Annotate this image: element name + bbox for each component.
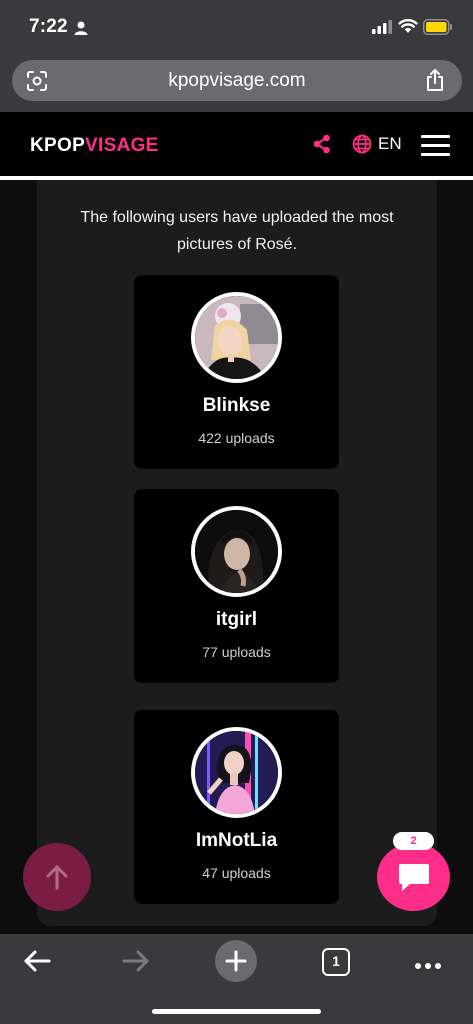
- url-text: kpopvisage.com: [168, 70, 306, 91]
- top-uploaders-section: The following users have uploaded the mo…: [37, 180, 437, 926]
- person-icon: [73, 20, 89, 36]
- avatar[interactable]: [191, 506, 282, 597]
- share-icon[interactable]: [424, 68, 446, 92]
- upload-count: 422 uploads: [198, 430, 275, 446]
- logo-text-kpop: KPOP: [30, 135, 86, 156]
- upload-count: 47 uploads: [202, 865, 271, 881]
- user-card[interactable]: ImNotLia 47 uploads: [134, 710, 339, 904]
- browser-address-bar: kpopvisage.com: [0, 56, 473, 112]
- intro-text: The following users have uploaded the mo…: [80, 209, 394, 253]
- tabs-button[interactable]: 1: [322, 948, 350, 976]
- new-tab-button[interactable]: [215, 940, 257, 982]
- upload-count: 77 uploads: [202, 644, 271, 660]
- forward-arrow-icon[interactable]: [122, 949, 150, 978]
- logo-text-visage: VISAGE: [85, 135, 159, 156]
- user-name[interactable]: Blinkse: [134, 395, 339, 417]
- page: 7:22 kpopvisage.com KPOPVISAGE EN The fo…: [0, 0, 473, 1024]
- chat-button[interactable]: [377, 843, 450, 911]
- share-network-icon[interactable]: [312, 134, 332, 154]
- user-name[interactable]: itgirl: [134, 609, 339, 631]
- avatar[interactable]: [191, 292, 282, 383]
- more-options-icon[interactable]: [414, 957, 442, 975]
- status-bar: 7:22: [0, 0, 473, 56]
- url-field[interactable]: kpopvisage.com: [12, 60, 462, 101]
- user-card[interactable]: Blinkse 422 uploads: [134, 275, 339, 469]
- wifi-icon: [398, 18, 418, 39]
- status-time: 7:22: [29, 16, 68, 37]
- site-header: KPOPVISAGE EN: [0, 112, 473, 178]
- avatar[interactable]: [191, 727, 282, 818]
- scroll-to-top-button[interactable]: [23, 843, 91, 911]
- home-indicator[interactable]: [152, 1009, 321, 1014]
- site-logo[interactable]: KPOPVISAGE: [30, 135, 159, 157]
- user-card[interactable]: itgirl 77 uploads: [134, 489, 339, 683]
- language-selector[interactable]: EN: [378, 134, 402, 154]
- user-name[interactable]: ImNotLia: [134, 830, 339, 852]
- hamburger-menu-icon[interactable]: [421, 135, 450, 157]
- globe-icon[interactable]: [352, 134, 372, 154]
- back-arrow-icon[interactable]: [23, 949, 51, 978]
- battery-icon: [423, 19, 453, 40]
- chat-notification-badge: 2: [393, 832, 434, 850]
- signal-icon: [372, 20, 392, 39]
